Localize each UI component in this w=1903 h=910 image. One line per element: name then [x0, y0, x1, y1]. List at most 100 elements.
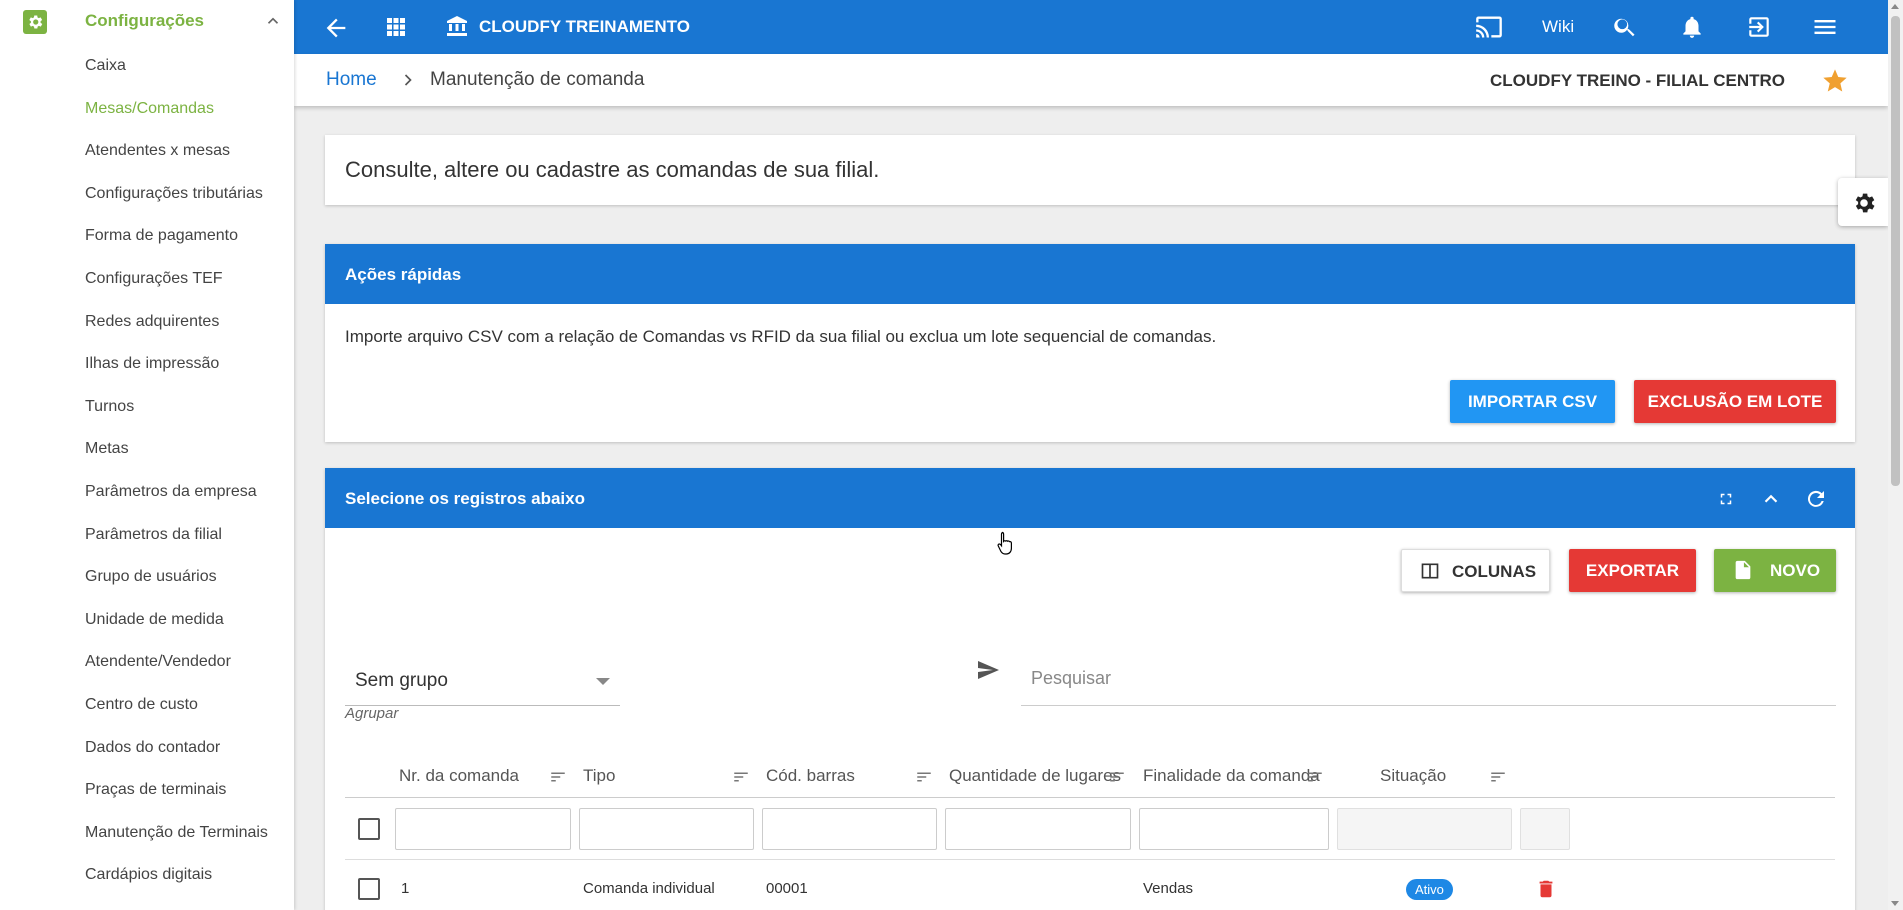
sidebar-item[interactable]: Ilhas de impressão [0, 343, 294, 386]
page-scrollbar[interactable] [1888, 0, 1903, 910]
select-all-checkbox[interactable] [358, 818, 380, 840]
sidebar-item[interactable]: Unidade de medida [0, 599, 294, 642]
refresh-icon[interactable] [1804, 487, 1828, 516]
sidebar-item[interactable]: Centro de custo [0, 684, 294, 727]
send-icon[interactable] [976, 658, 1000, 687]
table-header: Nr. da comanda Tipo Cód. barras Quantida… [345, 758, 1835, 798]
search-icon[interactable] [1612, 14, 1638, 45]
collapse-icon[interactable] [1760, 488, 1782, 515]
sidebar-item[interactable]: Dados do contador [0, 727, 294, 770]
group-select-value: Sem grupo [355, 670, 448, 691]
column-header-lugares[interactable]: Quantidade de lugares [949, 766, 1121, 786]
app-brand[interactable]: CLOUDFY TREINAMENTO [479, 17, 690, 37]
branch-name: CLOUDFY TREINO - FILIAL CENTRO [1490, 71, 1785, 90]
import-csv-button[interactable]: IMPORTAR CSV [1450, 380, 1615, 423]
filter-input-situacao [1337, 808, 1512, 850]
columns-button[interactable]: COLUNAS [1401, 549, 1550, 592]
column-header-situacao[interactable]: Situação [1380, 766, 1446, 786]
apps-grid-icon[interactable] [384, 15, 408, 44]
chevron-right-icon [398, 69, 418, 96]
cell-barras: 00001 [766, 880, 808, 897]
export-button[interactable]: EXPORTAR [1569, 549, 1696, 592]
bank-icon [445, 14, 469, 43]
columns-icon [1421, 563, 1439, 579]
cast-icon[interactable] [1474, 13, 1504, 46]
filter-row [345, 798, 1835, 860]
settings-icon [23, 10, 47, 34]
sidebar-item[interactable]: Atendentes x mesas [0, 130, 294, 173]
cell-tipo: Comanda individual [583, 880, 715, 897]
sidebar: Configurações Caixa Mesas/Comandas Atenden… [0, 0, 294, 910]
filter-input-actions [1520, 808, 1570, 850]
group-caption: Agrupar [345, 705, 399, 722]
sidebar-item[interactable]: Manutenção de Terminais [0, 812, 294, 855]
sidebar-item[interactable]: Grupo de usuários [0, 556, 294, 599]
sort-icon[interactable] [1305, 768, 1325, 791]
scrollbar-thumb[interactable] [1891, 16, 1900, 486]
filter-input-finalidade[interactable] [1139, 808, 1329, 850]
column-header-barras[interactable]: Cód. barras [766, 766, 855, 786]
sort-icon[interactable] [1488, 768, 1508, 791]
dropdown-arrow-icon [596, 678, 610, 685]
column-header-nr[interactable]: Nr. da comanda [399, 766, 519, 786]
cell-nr: 1 [401, 880, 410, 897]
sidebar-item[interactable]: Caixa [0, 45, 294, 88]
back-arrow-icon[interactable] [322, 14, 350, 47]
delete-icon[interactable] [1535, 876, 1557, 907]
logout-icon[interactable] [1746, 14, 1772, 45]
sidebar-item[interactable]: Cardápios digitais [0, 854, 294, 897]
hand-cursor-icon [997, 531, 1015, 560]
sort-icon[interactable] [731, 768, 751, 791]
file-icon [1735, 560, 1751, 580]
table-row[interactable]: 1 Comanda individual 00001 Vendas Ativo [345, 860, 1835, 910]
columns-label: COLUNAS [1452, 562, 1537, 581]
quick-actions-description: Importe arquivo CSV com a relação de Com… [345, 327, 1217, 346]
quick-actions-header: Ações rápidas [325, 244, 1855, 304]
sidebar-item[interactable]: Forma de pagamento [0, 215, 294, 258]
scroll-up-arrow-icon[interactable] [1891, 4, 1899, 9]
status-badge: Ativo [1406, 879, 1453, 900]
wiki-link[interactable]: Wiki [1542, 17, 1574, 37]
sidebar-section-header[interactable]: Configurações [0, 0, 294, 44]
search-input[interactable] [1021, 668, 1836, 689]
row-checkbox[interactable] [358, 878, 380, 900]
quick-actions-title: Ações rápidas [345, 265, 462, 284]
floating-settings-button[interactable] [1838, 178, 1888, 226]
sidebar-item[interactable]: Configurações TEF [0, 258, 294, 301]
sort-icon[interactable] [548, 768, 568, 791]
sidebar-item[interactable]: Atendente/Vendedor [0, 641, 294, 684]
filter-input-nr[interactable] [395, 808, 571, 850]
filter-input-tipo[interactable] [579, 808, 754, 850]
group-select[interactable]: Sem grupo [345, 648, 620, 706]
menu-icon[interactable] [1811, 13, 1839, 46]
gear-icon [1855, 193, 1875, 213]
sort-icon[interactable] [914, 768, 934, 791]
chevron-up-icon [264, 12, 282, 35]
column-header-finalidade[interactable]: Finalidade da comanda [1143, 766, 1320, 786]
breadcrumb-home[interactable]: Home [326, 69, 377, 91]
batch-delete-button[interactable]: EXCLUSÃO EM LOTE [1634, 380, 1836, 423]
sidebar-item[interactable]: Mesas/Comandas [0, 88, 294, 131]
records-card: Selecione os registros abaixo COLUNAS EX… [325, 468, 1855, 910]
sort-icon[interactable] [1107, 768, 1127, 791]
new-button[interactable]: NOVO [1714, 549, 1836, 592]
sidebar-item[interactable]: Parâmetros da filial [0, 514, 294, 557]
cell-finalidade: Vendas [1143, 880, 1194, 897]
scroll-down-arrow-icon[interactable] [1891, 901, 1899, 906]
column-header-tipo[interactable]: Tipo [583, 766, 615, 786]
star-icon[interactable] [1821, 67, 1849, 100]
filter-input-barras[interactable] [762, 808, 937, 850]
filter-input-lugares[interactable] [945, 808, 1131, 850]
sidebar-item[interactable]: Parâmetros da empresa [0, 471, 294, 514]
bell-icon[interactable] [1679, 13, 1705, 46]
intro-card: Consulte, altere ou cadastre as comandas… [325, 135, 1855, 205]
sidebar-item[interactable]: Turnos [0, 386, 294, 429]
intro-text: Consulte, altere ou cadastre as comandas… [345, 157, 880, 182]
sidebar-item[interactable]: Praças de terminais [0, 769, 294, 812]
sidebar-item[interactable]: Metas [0, 428, 294, 471]
sidebar-item[interactable]: Configurações tributárias [0, 173, 294, 216]
fullscreen-icon[interactable] [1717, 490, 1735, 513]
sidebar-menu: Caixa Mesas/Comandas Atendentes x mesas Con… [0, 45, 294, 897]
sidebar-item[interactable]: Redes adquirentes [0, 301, 294, 344]
breadcrumb: Home Manutenção de comanda CLOUDFY TREIN… [294, 54, 1888, 106]
